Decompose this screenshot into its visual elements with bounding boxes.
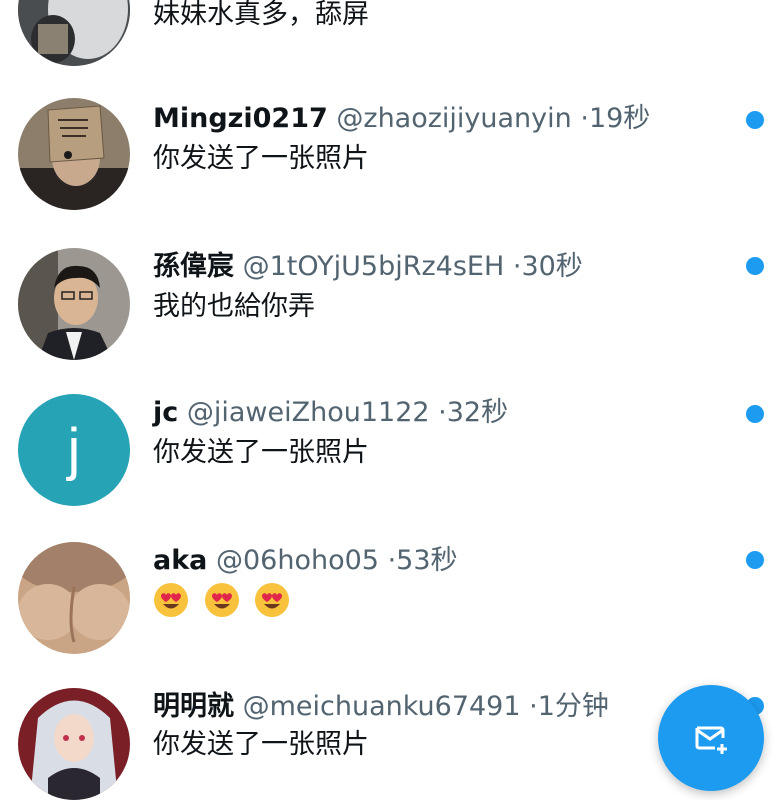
message-preview: 你发送了一张照片 [153, 143, 369, 174]
separator: · [387, 545, 397, 576]
separator: · [438, 397, 447, 428]
conversation-row[interactable]: Mingzi0217 @zhaozijiyuanyin ·19秒 你发送了一张照… [0, 98, 781, 228]
separator: · [529, 691, 538, 722]
conversation-row[interactable]: 孫偉宸 @1tOYjU5bjRz4sEH ·30秒 我的也給你弄 [0, 244, 781, 374]
sender-name: aka [153, 545, 208, 576]
avatar[interactable] [18, 0, 130, 66]
heart-eyes-emoji-icon [255, 583, 290, 617]
sender-name: Mingzi0217 [153, 103, 328, 134]
message-preview: 妹妹水真多，舔屏 [153, 0, 369, 30]
timestamp: 53秒 [396, 545, 458, 576]
unread-indicator [746, 111, 764, 129]
unread-indicator [746, 257, 764, 275]
sender-name: jc [153, 397, 179, 428]
conversation-row[interactable]: j jc @jiaweiZhou1122 ·32秒 你发送了一张照片 [0, 392, 781, 522]
heart-eyes-emoji-icon [154, 583, 188, 617]
unread-indicator [746, 551, 764, 569]
new-message-icon [695, 726, 727, 754]
sender-handle: @meichuanku67491 [242, 691, 521, 722]
sender-handle: @jiaweiZhou1122 [186, 397, 430, 428]
conversation-row[interactable]: 妹妹水真多，舔屏 [0, 0, 781, 80]
emoji-preview [153, 582, 296, 618]
sender-name: 明明就 [153, 691, 234, 722]
timestamp: 19秒 [588, 103, 651, 134]
avatar-letter: j [67, 417, 81, 482]
avatar[interactable]: j [18, 394, 130, 506]
message-preview: 你发送了一张照片 [153, 729, 369, 760]
sender-name: 孫偉宸 [153, 251, 234, 282]
avatar[interactable] [18, 98, 130, 210]
message-preview: 我的也給你弄 [153, 291, 315, 322]
timestamp: 32秒 [446, 397, 509, 428]
sender-handle: @1tOYjU5bjRz4sEH [242, 251, 505, 282]
sender-handle: @zhaozijiyuanyin [336, 103, 572, 134]
timestamp: 1分钟 [537, 691, 609, 722]
conversation-row[interactable]: aka @06hoho05 ·53秒 [0, 538, 781, 668]
sender-handle: @06hoho05 [216, 545, 379, 576]
message-preview: 你发送了一张照片 [153, 437, 369, 468]
separator: · [580, 103, 589, 134]
avatar[interactable] [18, 248, 130, 360]
heart-eyes-emoji-icon [204, 583, 239, 617]
avatar[interactable] [18, 688, 130, 800]
avatar[interactable] [18, 542, 130, 654]
unread-indicator [746, 405, 764, 423]
new-message-button[interactable] [658, 685, 764, 791]
timestamp: 30秒 [521, 251, 583, 282]
